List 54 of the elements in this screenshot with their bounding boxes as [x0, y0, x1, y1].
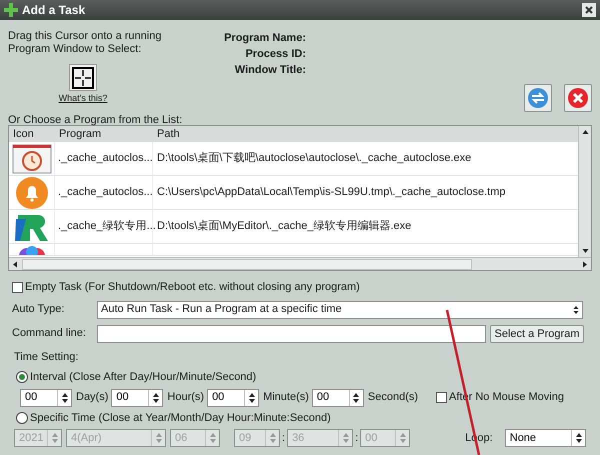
radio-label: Specific Time (Close at Year/Month/Day Hour:Minute:Second) — [30, 410, 331, 426]
spin-arrows-icon[interactable] — [57, 390, 71, 406]
column-header[interactable]: Program — [55, 126, 153, 142]
close-icon — [585, 6, 593, 14]
table-cell-text: D:\tools\桌面\下载吧\autoclose\autoclose\._cache_autoclose.exe — [157, 150, 472, 166]
checkbox-label: Empty Task (For Shutdown/Reboot etc. without closing any program) — [25, 280, 360, 295]
window-title: Add a Task — [22, 2, 86, 19]
whats-this-link[interactable]: What's this? — [58, 93, 108, 104]
close-button[interactable] — [582, 3, 596, 17]
info-label: Program Name: — [224, 32, 306, 45]
refresh-button[interactable] — [524, 84, 552, 112]
spin-arrows-icon[interactable] — [571, 430, 585, 446]
crosshair-target[interactable] — [69, 64, 97, 91]
crosshair-icon — [72, 66, 94, 88]
checkbox[interactable] — [12, 282, 23, 293]
list-label: Or Choose a Program from the List: — [8, 114, 182, 126]
info-label: Process ID: — [245, 48, 306, 61]
number-field[interactable]: 00 — [312, 388, 364, 406]
section-label: Time Setting: — [14, 350, 78, 362]
number-field[interactable]: 00 — [207, 388, 260, 406]
unit-label: Day(s) — [76, 390, 108, 406]
table-cell-text: ._cache_autoclos... — [58, 151, 153, 166]
unit-label: Hour(s) — [167, 390, 204, 406]
close-icon — [567, 87, 589, 109]
command-line-field[interactable] — [97, 324, 486, 342]
number-field[interactable]: 00 — [20, 388, 72, 406]
auto-type-select[interactable]: Auto Run Task - Run a Program at a specific time — [97, 300, 583, 318]
unit-label: Minute(s) — [263, 390, 309, 406]
table-cell-text: ._cache_autoclos... — [58, 185, 153, 200]
column-header[interactable]: Path — [153, 126, 578, 142]
table-cell-text: ._cache_绿软专用... — [58, 219, 156, 234]
loop-select[interactable]: None — [504, 429, 586, 447]
select-program-button[interactable]: Select a Program — [490, 324, 584, 342]
table-cell-text: C:\Users\pc\AppData\Local\Temp\is-SL99U.tmp\._cache_autoclose.tmp — [157, 185, 506, 200]
radio-button[interactable] — [16, 371, 28, 384]
time-separator: : — [282, 430, 286, 446]
clock-icon — [12, 144, 52, 174]
field-label: Command line: — [12, 326, 87, 342]
time-separator: : — [355, 430, 358, 446]
column-header[interactable]: Icon — [9, 126, 55, 142]
refresh-icon — [527, 87, 549, 109]
unit-label: Second(s) — [368, 390, 418, 406]
horizontal-scrollbar[interactable] — [9, 257, 591, 270]
checkbox[interactable] — [436, 392, 448, 403]
delete-button[interactable] — [564, 84, 592, 112]
field-label: Auto Type: — [12, 302, 66, 318]
drag-hint: Drag this Cursor onto a running Program Window to Select: — [8, 30, 162, 56]
plus-icon — [4, 3, 18, 17]
vertical-scrollbar[interactable] — [578, 126, 591, 257]
info-label: Window Title: — [234, 64, 306, 77]
number-field[interactable]: 00 — [111, 388, 164, 406]
bell-icon — [16, 176, 48, 208]
table-cell-text: D:\tools\桌面\MyEditor\._cache_绿软专用编辑器.exe — [157, 218, 412, 234]
radio-label: Interval (Close After Day/Hour/Minute/Second) — [30, 370, 256, 385]
